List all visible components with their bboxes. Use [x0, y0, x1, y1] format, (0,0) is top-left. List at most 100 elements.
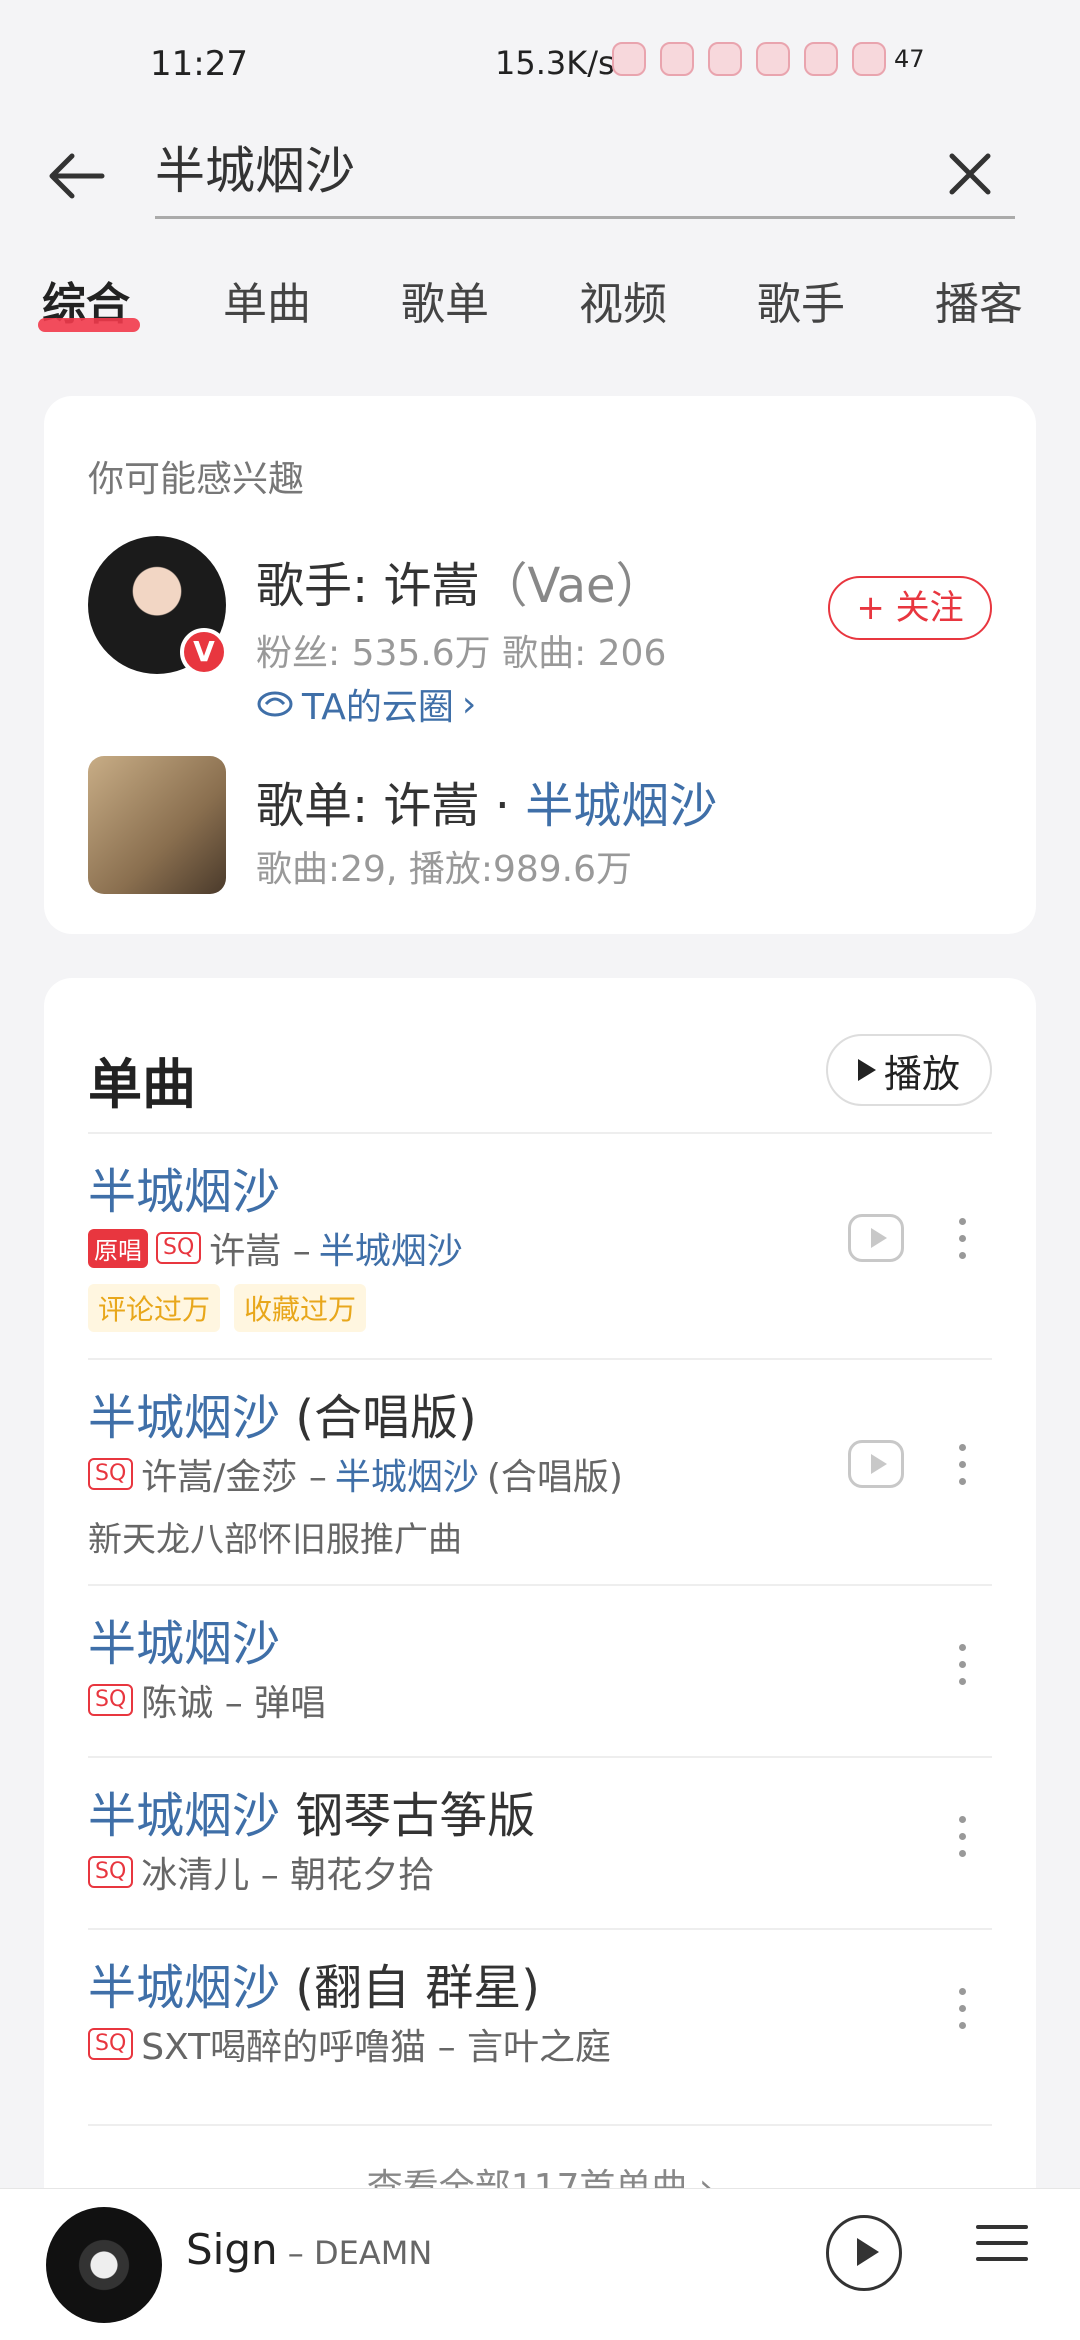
artist-stats: 粉丝: 535.6万 歌曲: 206	[256, 633, 667, 674]
cloud-icon	[257, 691, 293, 717]
artist-prefix: 歌手:	[256, 558, 384, 614]
more-options-icon[interactable]	[950, 1816, 974, 1866]
search-underline	[155, 216, 1015, 219]
song-title-highlight: 半城烟沙	[88, 1960, 281, 2016]
wifi-icon	[804, 42, 838, 76]
section-title: 单曲	[88, 1053, 196, 1116]
song-badges: 评论过万 收藏过万	[88, 1284, 367, 1332]
comments-badge: 评论过万	[88, 1284, 221, 1332]
song-title: 半城烟沙 钢琴古筝版	[88, 1776, 535, 1846]
battery-level: 47	[894, 45, 925, 73]
active-tab-indicator	[38, 318, 140, 332]
play-pause-button[interactable]	[826, 2215, 902, 2291]
back-arrow-icon[interactable]	[42, 146, 112, 206]
play-icon	[857, 1059, 876, 1081]
now-playing-artist: – DEAMN	[277, 2234, 433, 2272]
playlist-prefix: 歌单: 许嵩 ·	[256, 778, 526, 834]
song-title: 半城烟沙	[88, 1152, 280, 1222]
tab-artists[interactable]: 歌手	[757, 268, 845, 332]
hd-icon	[708, 42, 742, 76]
suggestion-card: 你可能感兴趣 V 歌手: 许嵩（Vae） 粉丝: 535.6万 歌曲: 206 …	[44, 396, 1036, 934]
artist-name[interactable]: 歌手: 许嵩（Vae）	[256, 546, 664, 616]
song-title: 半城烟沙	[88, 1604, 280, 1674]
song-row[interactable]: 半城烟沙 原唱 SQ 许嵩 – 半城烟沙 评论过万 收藏过万	[44, 1132, 1036, 1358]
playlist-icon[interactable]	[976, 2225, 1028, 2275]
song-title: 半城烟沙 (合唱版)	[88, 1378, 477, 1448]
result-tabs: 综合 单曲 歌单 视频 歌手 播客	[0, 260, 1080, 340]
song-description: 新天龙八部怀旧服推广曲	[88, 1520, 462, 1560]
play-all-label: 播放	[883, 1051, 960, 1096]
close-icon[interactable]	[940, 144, 1000, 204]
cloud-circle-label: TA的云圈	[302, 687, 454, 728]
song-title-highlight: 半城烟沙	[88, 1164, 281, 1220]
artist-alias: （Vae）	[479, 558, 664, 614]
song-title-rest: (合唱版)	[280, 1390, 477, 1446]
more-options-icon[interactable]	[950, 1444, 974, 1494]
playlist-highlight: 半城烟沙	[525, 778, 718, 834]
song-row[interactable]: 半城烟沙 (合唱版) SQ 许嵩/金莎 – 半城烟沙 (合唱版) 新天龙八部怀旧…	[44, 1358, 1036, 1584]
notification-icon	[612, 42, 646, 76]
status-bar: 11:27 15.3K/s 47	[0, 0, 1080, 120]
search-input[interactable]: 半城烟沙	[155, 138, 1015, 204]
song-artist: 许嵩 –	[209, 1231, 311, 1272]
song-row[interactable]: 半城烟沙 (翻自 群星) SQ SXT喝醉的呼噜猫 – 言叶之庭	[44, 1928, 1036, 2100]
album-disc[interactable]	[46, 2207, 162, 2323]
more-options-icon[interactable]	[950, 1644, 974, 1694]
playlist-name[interactable]: 歌单: 许嵩 · 半城烟沙	[256, 766, 717, 836]
sq-badge: SQ	[156, 1232, 202, 1264]
song-row[interactable]: 半城烟沙 SQ 陈诚 – 弹唱	[44, 1584, 1036, 1756]
mv-play-icon[interactable]	[848, 1214, 904, 1262]
original-badge: 原唱	[88, 1228, 148, 1268]
more-options-icon[interactable]	[950, 1218, 974, 1268]
song-title-highlight: 半城烟沙	[88, 1616, 281, 1672]
song-subtitle: SQ SXT喝醉的呼噜猫 – 言叶之庭	[88, 2018, 611, 2070]
tab-podcasts[interactable]: 播客	[935, 268, 1023, 332]
songs-card: 单曲 播放 半城烟沙 原唱 SQ 许嵩 – 半城烟沙 评论过万 收藏过万 半城烟…	[44, 978, 1036, 2278]
song-title-highlight: 半城烟沙	[88, 1390, 281, 1446]
song-subtitle: SQ 陈诚 – 弹唱	[88, 1674, 326, 1726]
now-playing-title[interactable]: Sign – DEAMN	[186, 2225, 432, 2274]
cloud-circle-link[interactable]: TA的云圈 ›	[256, 678, 476, 730]
status-time: 11:27	[150, 44, 248, 84]
sq-badge: SQ	[88, 1684, 134, 1716]
playlist-stats: 歌曲:29, 播放:989.6万	[256, 849, 633, 890]
sq-badge: SQ	[88, 2028, 134, 2060]
song-artist: 许嵩/金莎 –	[141, 1457, 327, 1498]
sq-badge: SQ	[88, 1856, 134, 1888]
status-icons: 47	[612, 42, 925, 76]
app-icon	[660, 42, 694, 76]
search-bar: 半城烟沙	[0, 120, 1080, 230]
mini-player[interactable]: Sign – DEAMN	[0, 2188, 1080, 2340]
song-title-highlight: 半城烟沙	[88, 1788, 281, 1844]
song-album-rest: (合唱版)	[486, 1457, 623, 1498]
song-title-rest: 钢琴古筝版	[280, 1788, 536, 1844]
mv-play-icon[interactable]	[848, 1440, 904, 1488]
sq-badge: SQ	[88, 1458, 134, 1490]
song-title: 半城烟沙 (翻自 群星)	[88, 1948, 540, 2018]
battery-icon	[852, 42, 886, 76]
song-artist: 陈诚 – 弹唱	[141, 1683, 327, 1724]
play-all-button[interactable]: 播放	[826, 1034, 992, 1106]
song-row[interactable]: 半城烟沙 钢琴古筝版 SQ 冰清儿 – 朝花夕拾	[44, 1756, 1036, 1928]
tab-videos[interactable]: 视频	[579, 268, 667, 332]
chevron-right-icon: ›	[461, 683, 477, 725]
signal-icon	[756, 42, 790, 76]
song-title-rest: (翻自 群星)	[280, 1960, 540, 2016]
song-album: 半城烟沙	[318, 1231, 463, 1272]
network-speed: 15.3K/s	[495, 44, 615, 82]
verified-icon: V	[180, 628, 228, 676]
now-playing-song: Sign	[186, 2225, 278, 2274]
tab-songs[interactable]: 单曲	[223, 268, 311, 332]
follow-button[interactable]: + 关注	[828, 576, 992, 640]
song-subtitle: 原唱 SQ 许嵩 – 半城烟沙	[88, 1222, 463, 1274]
song-album: 半城烟沙	[334, 1457, 479, 1498]
song-subtitle: SQ 冰清儿 – 朝花夕拾	[88, 1846, 434, 1898]
more-options-icon[interactable]	[950, 1988, 974, 2038]
song-subtitle: SQ 许嵩/金莎 – 半城烟沙 (合唱版)	[88, 1448, 623, 1500]
song-artist: SXT喝醉的呼噜猫 – 言叶之庭	[141, 2027, 612, 2068]
artist-name-text: 许嵩	[383, 558, 480, 614]
favorites-badge: 收藏过万	[234, 1284, 367, 1332]
playlist-cover[interactable]	[88, 756, 226, 894]
suggestion-title: 你可能感兴趣	[88, 459, 305, 500]
tab-playlists[interactable]: 歌单	[401, 268, 489, 332]
